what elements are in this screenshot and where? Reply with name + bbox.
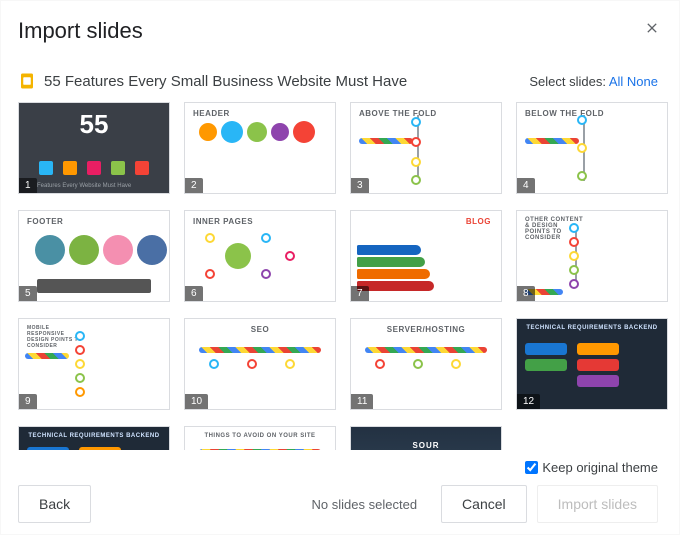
slide-heading: ABOVE THE FOLD	[359, 109, 437, 118]
slide-thumbnail[interactable]: 55 Features Every Website Must Have 1	[18, 102, 170, 194]
slide-art: OTHER CONTENT & DESIGN POINTS TO CONSIDE…	[517, 211, 667, 301]
keep-theme-checkbox[interactable]	[525, 461, 538, 474]
slide-number-badge: 5	[19, 286, 37, 301]
slides-grid-scroll[interactable]: 55 Features Every Website Must Have 1 HE…	[18, 102, 672, 450]
slide-number-badge: 4	[517, 178, 535, 193]
close-icon[interactable]	[644, 20, 660, 36]
slide-heading: SERVER/HOSTING	[351, 325, 501, 334]
select-slides-label: Select slides:	[529, 74, 606, 89]
slide-number-badge: 8	[517, 286, 535, 301]
slide-art: INNER PAGES	[185, 211, 335, 301]
slide-heading: INNER PAGES	[193, 217, 253, 226]
slide-art: HEADER	[185, 103, 335, 193]
slide-art: FOOTER	[19, 211, 169, 301]
slide-number-badge: 7	[351, 286, 369, 301]
slide-heading: HEADER	[193, 109, 230, 118]
slide-thumbnail[interactable]: HEADER 2	[184, 102, 336, 194]
deck-title: 55 Features Every Small Business Website…	[44, 73, 407, 90]
slide-heading: BLOG	[466, 217, 491, 226]
back-button[interactable]: Back	[18, 485, 91, 523]
slide-number-badge: 10	[185, 394, 208, 409]
slide-art: ABOVE THE FOLD	[351, 103, 501, 193]
slide-heading: TECHNICAL REQUIREMENTS BACKEND	[517, 325, 667, 331]
slide-art: TECHNICAL REQUIREMENTS BACKEND	[19, 427, 169, 450]
slide-art: BLOG	[351, 211, 501, 301]
slide-heading: SEO	[185, 325, 335, 334]
slide-number-badge: 11	[351, 394, 373, 409]
slide-heading: SOUR	[412, 441, 439, 450]
slide-number-badge: 9	[19, 394, 37, 409]
keep-theme-label: Keep original theme	[542, 460, 658, 475]
slides-file-icon	[18, 72, 36, 90]
slide-thumbnail[interactable]: ABOVE THE FOLD 3	[350, 102, 502, 194]
slide-number-badge: 1	[19, 178, 37, 193]
import-slides-dialog: Import slides 55 Features Every Small Bu…	[0, 0, 680, 535]
slide-heading: FOOTER	[27, 217, 63, 226]
selection-status: No slides selected	[312, 497, 418, 512]
slide-subtitle: Features Every Website Must Have	[37, 183, 131, 189]
slide-number-badge: 2	[185, 178, 203, 193]
slide-thumbnail[interactable]: INNER PAGES 6	[184, 210, 336, 302]
slide-number-badge: 6	[185, 286, 203, 301]
slide-thumbnail[interactable]: TECHNICAL REQUIREMENTS BACKEND	[516, 318, 668, 410]
slide-number-badge: 12	[517, 394, 540, 409]
slide-thumbnail[interactable]: SEO 10	[184, 318, 336, 410]
cancel-button[interactable]: Cancel	[441, 485, 527, 523]
slide-art: MOBILE RESPONSIVE DESIGN POINTS TO CONSI…	[19, 319, 169, 409]
deck-row: 55 Features Every Small Business Website…	[18, 72, 672, 90]
select-slides-controls: Select slides: All None	[529, 74, 658, 89]
dialog-title: Import slides	[18, 18, 143, 44]
dialog-footer: Back No slides selected Cancel Import sl…	[18, 479, 672, 523]
slide-art: THINGS TO AVOID ON YOUR SITE	[185, 427, 335, 450]
keep-theme-row: Keep original theme	[18, 450, 672, 479]
slide-heading: TECHNICAL REQUIREMENTS BACKEND	[19, 433, 169, 439]
select-all-link[interactable]: All	[609, 74, 623, 89]
slide-thumbnail[interactable]: TECHNICAL REQUIREMENTS BACKEND	[18, 426, 170, 450]
slide-thumbnail[interactable]: MOBILE RESPONSIVE DESIGN POINTS TO CONSI…	[18, 318, 170, 410]
slide-art: 55 Features Every Website Must Have	[19, 103, 169, 193]
slide-thumbnail[interactable]: SERVER/HOSTING 11	[350, 318, 502, 410]
slide-art: SERVER/HOSTING	[351, 319, 501, 409]
select-none-link[interactable]: None	[627, 74, 658, 89]
slide-art: BELOW THE FOLD	[517, 103, 667, 193]
slide-thumbnail[interactable]: SOUR Small Business Websites: How to Mak…	[350, 426, 502, 450]
slide-thumbnail[interactable]: FOOTER 5	[18, 210, 170, 302]
slide-art: SOUR Small Business Websites: How to Mak…	[351, 427, 501, 450]
slide-heading: BELOW THE FOLD	[525, 109, 604, 118]
slides-grid: 55 Features Every Website Must Have 1 HE…	[18, 102, 668, 450]
import-slides-button[interactable]: Import slides	[537, 485, 658, 523]
slide-hero-number: 55	[19, 109, 169, 140]
slide-number-badge: 3	[351, 178, 369, 193]
slide-thumbnail[interactable]: THINGS TO AVOID ON YOUR SITE	[184, 426, 336, 450]
slide-thumbnail[interactable]: BELOW THE FOLD 4	[516, 102, 668, 194]
slide-thumbnail[interactable]: BLOG 7	[350, 210, 502, 302]
dialog-header: Import slides	[18, 18, 672, 44]
slide-thumbnail[interactable]: OTHER CONTENT & DESIGN POINTS TO CONSIDE…	[516, 210, 668, 302]
slide-heading: THINGS TO AVOID ON YOUR SITE	[185, 433, 335, 439]
